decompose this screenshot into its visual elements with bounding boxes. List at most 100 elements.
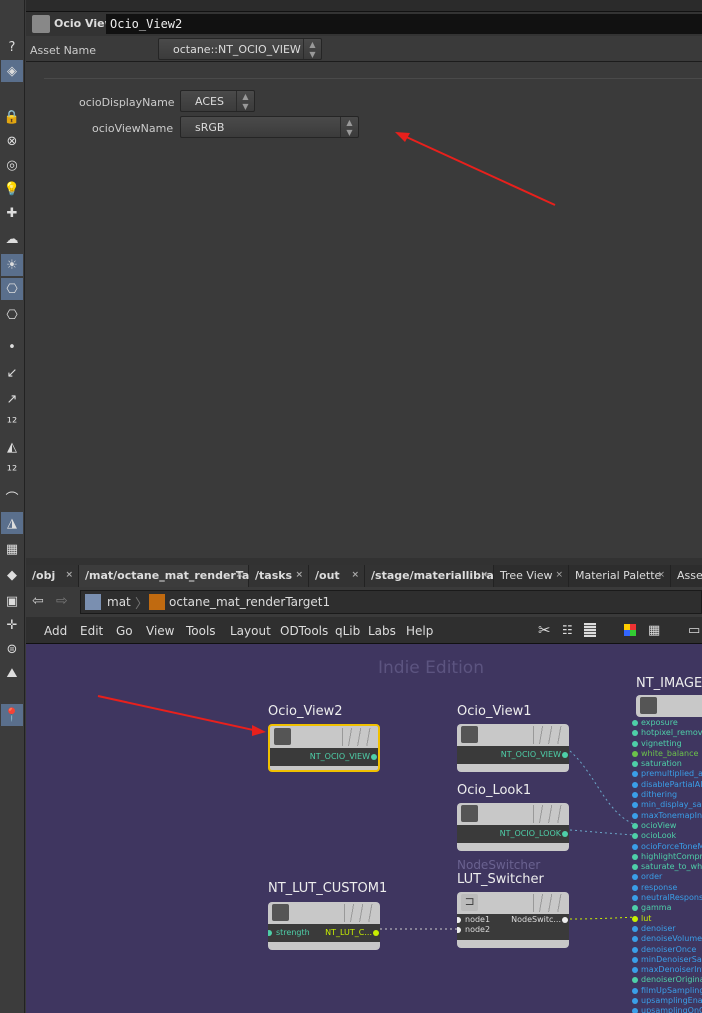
light-bulb-icon[interactable]: 💡 bbox=[1, 178, 23, 200]
menu-add[interactable]: Add bbox=[44, 624, 67, 638]
port-dot[interactable] bbox=[632, 822, 638, 829]
input-port[interactable]: denoiserOnce bbox=[632, 945, 702, 955]
lock-icon[interactable]: 🔒 bbox=[1, 106, 23, 128]
input-port[interactable]: upsamplingEnab bbox=[632, 996, 702, 1006]
curve-icon[interactable]: ⌒ bbox=[1, 486, 23, 508]
port-dot[interactable] bbox=[632, 925, 638, 932]
port-dot[interactable] bbox=[632, 730, 638, 737]
port-dot[interactable] bbox=[632, 792, 638, 799]
checker-icon[interactable]: ▦ bbox=[1, 538, 23, 560]
input-port[interactable]: response bbox=[632, 883, 702, 893]
port-dot[interactable] bbox=[632, 998, 638, 1005]
node-imager[interactable] bbox=[636, 695, 702, 717]
close-tab-icon[interactable]: × bbox=[235, 570, 243, 580]
port-dot[interactable] bbox=[632, 946, 638, 953]
pin-location-icon[interactable]: 📍 bbox=[1, 704, 23, 726]
sky-light-icon[interactable]: ☁ bbox=[1, 228, 23, 250]
menu-tools[interactable]: Tools bbox=[186, 624, 216, 638]
grid-icon[interactable]: ▦ bbox=[648, 623, 660, 638]
tab[interactable]: Asse bbox=[671, 565, 702, 587]
ocio-view-name-dropdown[interactable]: sRGB ▲ ▼ bbox=[180, 116, 359, 138]
input-port[interactable]: minDenoiserSam bbox=[632, 955, 702, 965]
port-dot[interactable] bbox=[632, 802, 638, 809]
input-port[interactable]: saturate_to_whit bbox=[632, 862, 702, 872]
port-dot[interactable] bbox=[632, 771, 638, 778]
port-dot[interactable] bbox=[632, 874, 638, 881]
barrel-icon[interactable]: ⊜ bbox=[1, 638, 23, 660]
node-name-input[interactable] bbox=[106, 14, 702, 34]
port-dot[interactable] bbox=[632, 967, 638, 974]
close-tab-icon[interactable]: × bbox=[555, 570, 563, 580]
input-port[interactable]: order bbox=[632, 872, 702, 882]
tab[interactable]: /tasks × bbox=[249, 565, 309, 587]
ocio-display-name-dropdown[interactable]: ACES ▲ ▼ bbox=[180, 90, 255, 112]
menu-qlib[interactable]: qLib bbox=[335, 624, 360, 638]
port-dot[interactable] bbox=[632, 853, 638, 860]
output-port[interactable] bbox=[562, 752, 568, 758]
close-tab-icon[interactable]: × bbox=[65, 570, 73, 580]
terrain-icon[interactable]: ⛰ bbox=[1, 662, 23, 684]
close-circle-icon[interactable]: ⊗ bbox=[1, 130, 23, 152]
port-dot[interactable] bbox=[632, 895, 638, 902]
axis-icon[interactable]: ✛ bbox=[1, 614, 23, 636]
close-tab-icon[interactable]: × bbox=[657, 570, 665, 580]
port-dot[interactable] bbox=[632, 740, 638, 747]
pin-icon[interactable]: ↗ bbox=[1, 388, 23, 410]
forward-arrow-icon[interactable]: ⇨ bbox=[56, 593, 68, 609]
pane-divider[interactable] bbox=[26, 558, 702, 565]
output-port[interactable] bbox=[371, 754, 377, 760]
input-port[interactable]: filmUpSamplingK bbox=[632, 986, 702, 996]
port-dot[interactable] bbox=[632, 905, 638, 912]
paint-icon[interactable]: ◭ bbox=[1, 436, 23, 458]
stereo-camera-icon[interactable]: ⎔ bbox=[1, 304, 23, 326]
breadcrumb-node[interactable]: octane_mat_renderTarget1 bbox=[169, 595, 330, 609]
close-tab-icon[interactable]: × bbox=[351, 570, 359, 580]
port-dot[interactable] bbox=[632, 884, 638, 891]
input-port[interactable]: saturation bbox=[632, 759, 702, 769]
menu-go[interactable]: Go bbox=[116, 624, 133, 638]
ambient-light-icon[interactable]: ◎ bbox=[1, 154, 23, 176]
port-dot[interactable] bbox=[632, 977, 638, 984]
port-dot[interactable] bbox=[632, 720, 638, 726]
tab[interactable]: /stage/materiallibra... × bbox=[365, 565, 506, 587]
menu-layout[interactable]: Layout bbox=[230, 624, 271, 638]
input-port[interactable]: upsamplingOnC bbox=[632, 1006, 702, 1013]
menu-help[interactable]: Help bbox=[406, 624, 433, 638]
port-dot[interactable] bbox=[632, 833, 638, 840]
input-port[interactable]: lut bbox=[632, 914, 702, 924]
node-lut-custom1[interactable]: strength NT_LUT_C... bbox=[268, 902, 380, 950]
point-light-icon[interactable]: ✚ bbox=[1, 202, 23, 224]
menu-odtools[interactable]: ODTools bbox=[280, 624, 328, 638]
null-icon[interactable]: • bbox=[1, 336, 23, 358]
input-port[interactable]: denoiser bbox=[632, 924, 702, 934]
output-port[interactable] bbox=[373, 930, 379, 936]
distance-12-icon[interactable]: ¹² bbox=[1, 412, 23, 434]
port-dot[interactable] bbox=[632, 812, 638, 819]
input-port[interactable]: ocioLook bbox=[632, 831, 702, 841]
port-dot[interactable] bbox=[632, 987, 638, 994]
input-port[interactable]: premultiplied_alp bbox=[632, 769, 702, 779]
input-port[interactable]: denoiserOriginal bbox=[632, 975, 702, 985]
node-ocio-view2[interactable]: NT_OCIO_VIEW bbox=[268, 724, 380, 772]
input-port[interactable]: disablePartialAlp bbox=[632, 780, 702, 790]
input-port[interactable]: gamma bbox=[632, 903, 702, 913]
input-port[interactable]: maxTonemapInte bbox=[632, 811, 702, 821]
menu-edit[interactable]: Edit bbox=[80, 624, 103, 638]
input-port[interactable]: neutralResponse bbox=[632, 893, 702, 903]
back-arrow-icon[interactable]: ⇦ bbox=[32, 593, 44, 609]
node-type-icon[interactable] bbox=[32, 15, 50, 33]
input-port[interactable] bbox=[457, 917, 461, 923]
node-ocio-view1[interactable]: NT_OCIO_VIEW bbox=[457, 724, 569, 772]
menu-labs[interactable]: Labs bbox=[368, 624, 396, 638]
port-dot[interactable] bbox=[632, 1008, 638, 1013]
output-port[interactable] bbox=[562, 831, 568, 837]
port-dot[interactable] bbox=[632, 915, 638, 922]
node-lut-switcher[interactable]: ⊐ node1 node2 NodeSwitc... bbox=[457, 892, 569, 948]
input-port[interactable]: denoiseVolume bbox=[632, 934, 702, 944]
help-icon[interactable]: ? bbox=[1, 36, 23, 58]
close-tab-icon[interactable]: × bbox=[295, 570, 303, 580]
input-port[interactable]: hotpixel_remova bbox=[632, 728, 702, 738]
breadcrumb-mat[interactable]: mat bbox=[107, 595, 131, 609]
diamond-icon[interactable]: ◆ bbox=[1, 564, 23, 586]
port-dot[interactable] bbox=[632, 843, 638, 850]
